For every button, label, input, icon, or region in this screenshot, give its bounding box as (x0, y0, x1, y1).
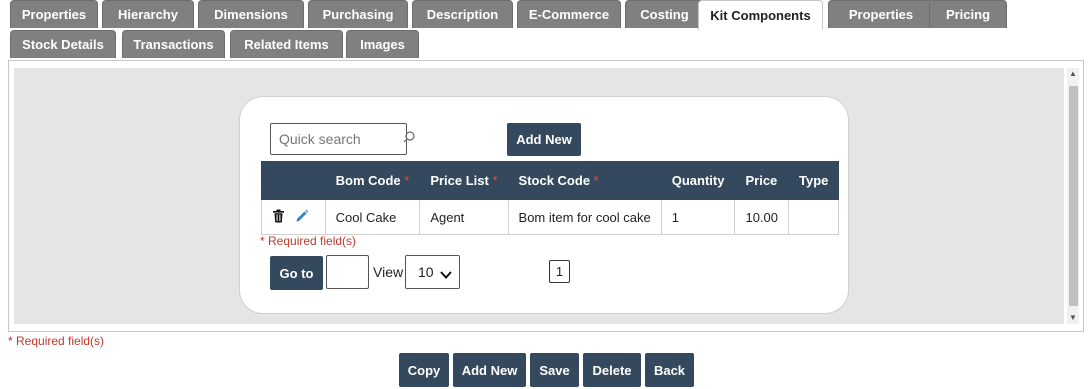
tab-properties[interactable]: Properties (10, 0, 98, 28)
quick-search-input[interactable] (270, 123, 407, 155)
cell-stock-code: Bom item for cool cake (507, 199, 662, 235)
column-label: Quantity (671, 173, 725, 188)
cell-bom-code: Cool Cake (324, 199, 421, 235)
required-marker: * (593, 173, 599, 188)
page-size-select[interactable]: 10 (405, 255, 460, 289)
tab-related-items[interactable]: Related Items (230, 30, 343, 58)
view-label: View (373, 264, 404, 280)
tab-dimensions[interactable]: Dimensions (198, 0, 304, 28)
chevron-down-icon (440, 267, 452, 279)
tab-stock-details[interactable]: Stock Details (10, 30, 116, 58)
page-size-value: 10 (418, 264, 434, 280)
scroll-down-arrow-icon[interactable]: ▼ (1067, 312, 1079, 324)
column-label: Price List (430, 173, 489, 188)
page-required-fields-note: * Required field(s) (8, 334, 105, 348)
scroll-thumb[interactable] (1069, 86, 1078, 306)
action-bar: Copy Add New Save Delete Back (0, 353, 1088, 387)
trash-icon[interactable] (272, 209, 285, 226)
column-header-stock-code[interactable]: Stock Code * (507, 161, 662, 200)
cell-price: 10.00 (734, 199, 790, 235)
column-header-type[interactable]: Type (788, 161, 840, 200)
pencil-icon[interactable] (295, 209, 309, 226)
tab-kit-components[interactable]: Kit Components (698, 0, 823, 30)
required-fields-note: * Required field(s) (260, 234, 357, 248)
table-header-row: Bom Code * Price List * Stock Code * Qua… (261, 161, 840, 200)
column-header-bom-code[interactable]: Bom Code * (324, 161, 421, 200)
tab-pricing[interactable]: Pricing (929, 0, 1007, 28)
tab-properties-2[interactable]: Properties (828, 0, 934, 28)
required-marker: * (492, 173, 498, 188)
column-label: Stock Code (518, 173, 591, 188)
tab-costing[interactable]: Costing (625, 0, 704, 28)
tab-content-panel: Add New Bom Code * Price List * Stock Co… (8, 60, 1084, 332)
column-header-quantity[interactable]: Quantity (660, 161, 736, 200)
add-new-button[interactable]: Add New (453, 353, 526, 387)
save-button[interactable]: Save (530, 353, 579, 387)
tab-e-commerce[interactable]: E-Commerce (517, 0, 621, 28)
cell-quantity: 1 (660, 199, 736, 235)
column-header-price[interactable]: Price (734, 161, 790, 200)
column-label: Price (745, 173, 778, 188)
kit-components-card: Add New Bom Code * Price List * Stock Co… (239, 96, 849, 314)
column-label: Bom Code (335, 173, 401, 188)
back-button[interactable]: Back (645, 353, 694, 387)
column-header-price-list[interactable]: Price List * (419, 161, 509, 200)
scroll-up-arrow-icon[interactable]: ▲ (1067, 68, 1079, 80)
tab-purchasing[interactable]: Purchasing (308, 0, 408, 28)
page-number-button[interactable]: 1 (549, 260, 570, 283)
go-to-page-input[interactable] (326, 255, 369, 289)
scroll-area: Add New Bom Code * Price List * Stock Co… (14, 68, 1064, 324)
vertical-scrollbar[interactable]: ▲ ▼ (1067, 68, 1079, 324)
search-box (270, 123, 415, 155)
kit-components-table: Bom Code * Price List * Stock Code * Qua… (261, 161, 840, 235)
row-actions (261, 199, 326, 235)
delete-button[interactable]: Delete (583, 353, 641, 387)
column-label: Type (799, 173, 829, 188)
actions-column-header (261, 161, 326, 200)
tab-description[interactable]: Description (412, 0, 513, 28)
copy-button[interactable]: Copy (399, 353, 449, 387)
table-row[interactable]: Cool Cake Agent Bom item for cool cake 1… (261, 199, 840, 235)
tab-images[interactable]: Images (346, 30, 419, 58)
tab-transactions[interactable]: Transactions (122, 30, 225, 58)
tab-hierarchy[interactable]: Hierarchy (102, 0, 194, 28)
go-to-page-button[interactable]: Go to (270, 256, 323, 290)
cell-price-list: Agent (419, 199, 509, 235)
cell-type (788, 199, 840, 235)
add-new-component-button[interactable]: Add New (507, 123, 581, 156)
required-marker: * (404, 173, 410, 188)
search-icon[interactable] (403, 131, 415, 143)
